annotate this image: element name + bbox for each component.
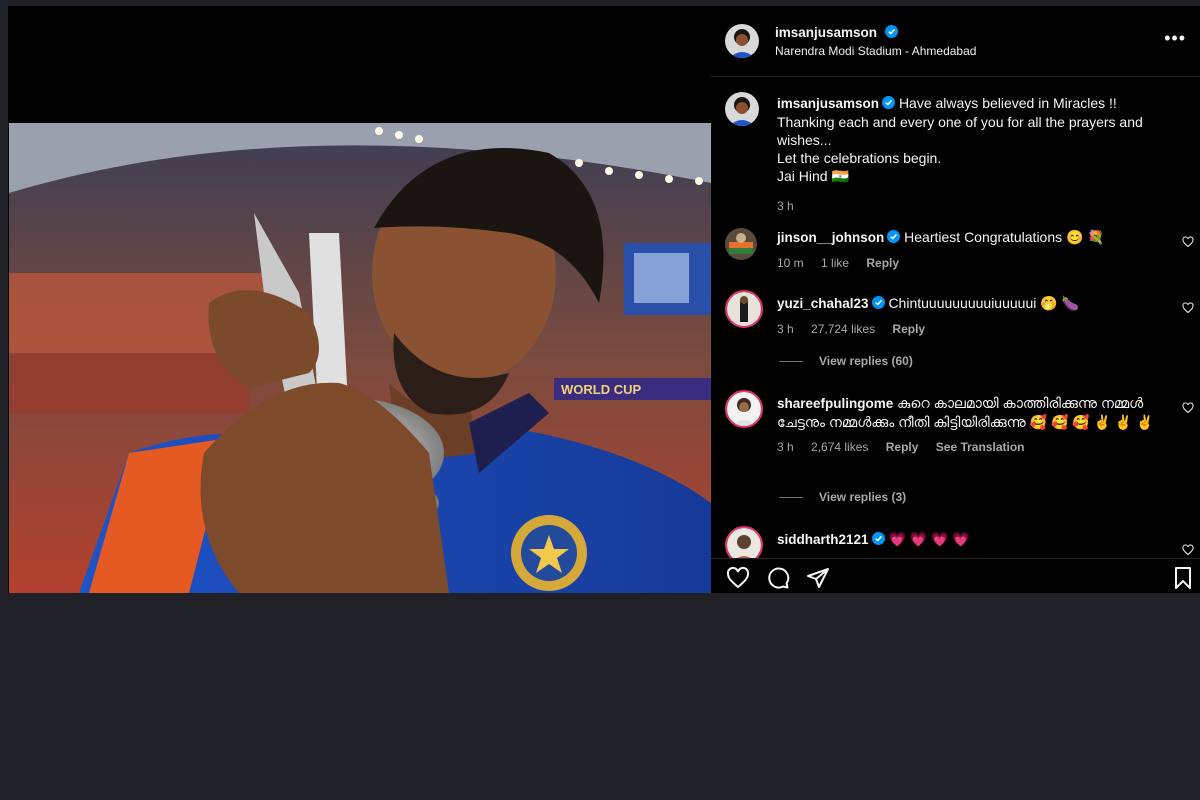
view-replies-button[interactable]: View replies (60): [779, 354, 913, 368]
username[interactable]: imsanjusamson: [775, 25, 877, 40]
comment-time[interactable]: 3 h: [777, 322, 794, 336]
caption-time[interactable]: 3 h: [777, 199, 794, 213]
verified-badge-icon: [871, 532, 885, 545]
view-replies-label: View replies (60): [819, 354, 913, 368]
comment-likes[interactable]: 1 like: [821, 256, 849, 270]
post-photo[interactable]: WORLD CUP: [9, 123, 711, 593]
share-icon[interactable]: [806, 566, 830, 590]
view-replies-label: View replies (3): [819, 490, 907, 504]
caption-username[interactable]: imsanjusamson: [777, 96, 879, 111]
like-comment-heart-icon[interactable]: [1182, 236, 1194, 248]
action-bar: [711, 558, 1200, 594]
verified-badge-icon: [887, 230, 901, 243]
verified-badge-icon: [882, 96, 896, 109]
banner-text: WORLD CUP: [561, 382, 641, 397]
like-comment-heart-icon[interactable]: [1182, 302, 1194, 314]
heart-icon[interactable]: [726, 566, 750, 590]
like-comment-heart-icon[interactable]: [1182, 402, 1194, 414]
avatar[interactable]: [725, 24, 759, 58]
post-panel: imsanjusamson Narendra Modi Stadium - Ah…: [711, 6, 1200, 593]
verified-badge-icon: [871, 296, 885, 309]
comment-text: Heartiest Congratulations 😊 💐: [904, 229, 1105, 245]
comment-time[interactable]: 3 h: [777, 440, 794, 454]
caption-line: Jai Hind 🇮🇳: [777, 168, 849, 184]
comment-icon[interactable]: [766, 566, 790, 590]
reply-button[interactable]: Reply: [866, 256, 899, 270]
caption-line: Let the celebrations begin.: [777, 150, 942, 166]
see-translation-button[interactable]: See Translation: [936, 440, 1025, 454]
post-header: imsanjusamson Narendra Modi Stadium - Ah…: [711, 6, 1200, 76]
divider: [711, 76, 1200, 77]
avatar[interactable]: [725, 290, 763, 328]
comment-clip: siddharth2121 💗 💗 💗 💗: [711, 524, 1200, 558]
reply-button[interactable]: Reply: [892, 322, 925, 336]
comment-text: 💗 💗 💗 💗: [888, 531, 970, 547]
divider: [779, 497, 803, 499]
divider: [779, 361, 803, 363]
caption-line: Thanking each and every one of you for a…: [777, 114, 1143, 148]
caption-avatar[interactable]: [725, 92, 759, 126]
avatar[interactable]: [725, 228, 757, 260]
avatar[interactable]: [725, 390, 763, 428]
verified-badge-icon: [884, 25, 898, 38]
comment-text: Chintuuuuuuuuuiuuuuui 🤭 🍆: [888, 295, 1079, 311]
comment-likes[interactable]: 27,724 likes: [811, 322, 875, 336]
location-link[interactable]: Narendra Modi Stadium - Ahmedabad: [775, 44, 976, 58]
reply-button[interactable]: Reply: [886, 440, 919, 454]
comment-username[interactable]: siddharth2121: [777, 532, 869, 547]
comment-username[interactable]: shareefpulingome: [777, 396, 893, 411]
post-media: WORLD CUP: [8, 6, 711, 593]
comment-likes[interactable]: 2,674 likes: [811, 440, 868, 454]
comment-username[interactable]: yuzi_chahal23: [777, 296, 869, 311]
caption: imsanjusamson Have always believed in Mi…: [777, 94, 1172, 215]
view-replies-button[interactable]: View replies (3): [779, 490, 906, 504]
like-comment-heart-icon[interactable]: [1182, 544, 1194, 556]
bookmark-icon[interactable]: [1171, 566, 1195, 590]
comment-username[interactable]: jinson__johnson: [777, 230, 884, 245]
avatar[interactable]: [725, 526, 763, 558]
more-icon[interactable]: •••: [1164, 28, 1186, 49]
comment-time[interactable]: 10 m: [777, 256, 804, 270]
caption-line: Have always believed in Miracles !!: [898, 95, 1117, 111]
